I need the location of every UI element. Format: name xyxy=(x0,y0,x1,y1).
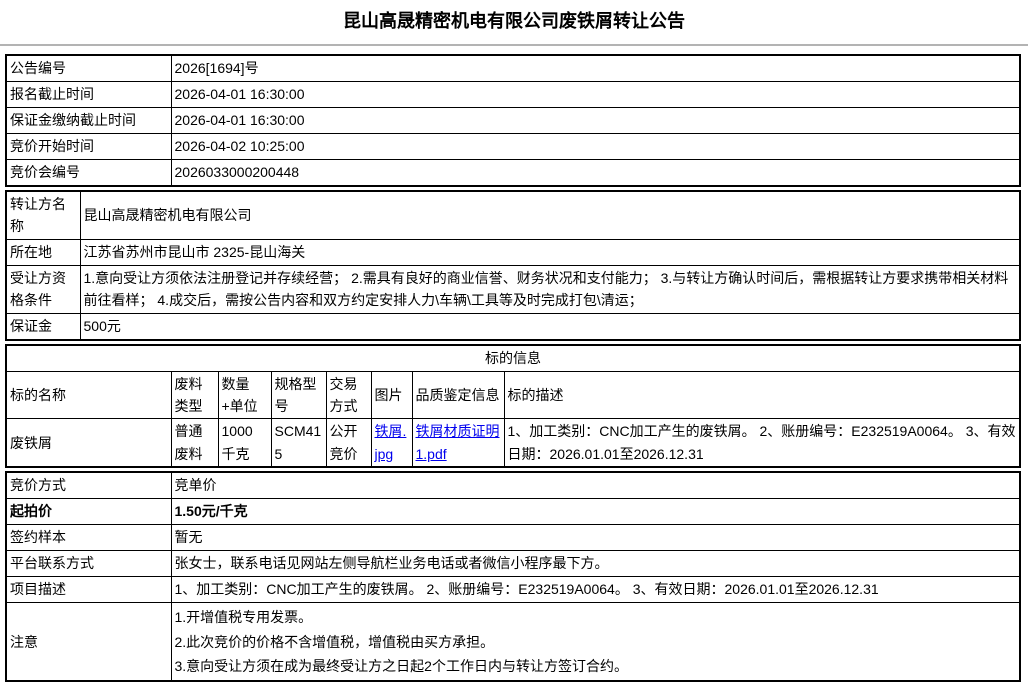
row-value: 2026-04-01 16:30:00 xyxy=(171,108,1020,134)
row-label: 项目描述 xyxy=(6,577,171,603)
subject-quantity: 1000 千克 xyxy=(218,419,271,467)
subject-description: 1、加工类别：CNC加工产生的废铁屑。 2、账册编号：E232519A0064。… xyxy=(504,419,1020,467)
notice-line: 3.意向受让方须在成为最终受让方之日起2个工作日内与转让方签订合约。 xyxy=(175,655,1017,677)
row-value: 2026[1694]号 xyxy=(171,55,1020,82)
starting-price-row: 起拍价 1.50元/千克 xyxy=(6,499,1020,525)
details-table: 竞价方式 竞单价 起拍价 1.50元/千克 签约样本 暂无 平台联系方式 张女士… xyxy=(5,471,1021,682)
notice-line: 2.此次竞价的价格不含增值税，增值税由买方承担。 xyxy=(175,631,1017,653)
row-label: 注意 xyxy=(6,603,171,682)
notice-content: 1.开增值税专用发票。 2.此次竞价的价格不含增值税，增值税由买方承担。 3.意… xyxy=(171,603,1020,682)
row-value: 昆山高晟精密机电有限公司 xyxy=(80,191,1020,239)
row-label: 公告编号 xyxy=(6,55,171,82)
table-row: 公告编号 2026[1694]号 xyxy=(6,55,1020,82)
quality-cert-link[interactable]: 铁屑材质证明1.pdf xyxy=(416,423,500,461)
row-label: 保证金 xyxy=(6,313,80,340)
notice-line: 1.开增值税专用发票。 xyxy=(175,606,1017,628)
row-value: 500元 xyxy=(80,313,1020,340)
column-header: 规格型号 xyxy=(271,371,326,419)
row-label: 起拍价 xyxy=(6,499,171,525)
row-value: 2026-04-02 10:25:00 xyxy=(171,134,1020,160)
subject-info-table: 标的信息 标的名称 废料类型 数量+单位 规格型号 交易方式 图片 品质鉴定信息… xyxy=(5,344,1021,469)
row-value: 江苏省苏州市昆山市 2325-昆山海关 xyxy=(80,239,1020,265)
table-row: 保证金 500元 xyxy=(6,313,1020,340)
column-header: 品质鉴定信息 xyxy=(412,371,504,419)
page-title: 昆山高晟精密机电有限公司废铁屑转让公告 xyxy=(0,0,1028,34)
table-row: 竞价会编号 2026033000200448 xyxy=(6,160,1020,187)
row-label: 平台联系方式 xyxy=(6,551,171,577)
row-label: 转让方名称 xyxy=(6,191,80,239)
column-header: 图片 xyxy=(371,371,412,419)
title-divider xyxy=(0,44,1028,46)
subject-waste-type: 普通废料 xyxy=(171,419,218,467)
row-value: 2026033000200448 xyxy=(171,160,1020,187)
row-label: 受让方资格条件 xyxy=(6,265,80,313)
subject-spec: SCM415 xyxy=(271,419,326,467)
row-label: 保证金缴纳截止时间 xyxy=(6,108,171,134)
table-row: 平台联系方式 张女士，联系电话见网站左侧导航栏业务电话或者微信小程序最下方。 xyxy=(6,551,1020,577)
subject-image-cell: 铁屑.jpg xyxy=(371,419,412,467)
row-label: 竞价会编号 xyxy=(6,160,171,187)
subject-quality-cell: 铁屑材质证明1.pdf xyxy=(412,419,504,467)
subject-data-row: 废铁屑 普通废料 1000 千克 SCM415 公开竞价 铁屑.jpg 铁屑材质… xyxy=(6,419,1020,467)
column-header: 废料类型 xyxy=(171,371,218,419)
subject-image-link[interactable]: 铁屑.jpg xyxy=(375,423,407,461)
column-header-row: 标的名称 废料类型 数量+单位 规格型号 交易方式 图片 品质鉴定信息 标的描述 xyxy=(6,371,1020,419)
table-row: 保证金缴纳截止时间 2026-04-01 16:30:00 xyxy=(6,108,1020,134)
column-header: 标的描述 xyxy=(504,371,1020,419)
row-label: 竞价开始时间 xyxy=(6,134,171,160)
table-row: 转让方名称 昆山高晟精密机电有限公司 xyxy=(6,191,1020,239)
table-row: 报名截止时间 2026-04-01 16:30:00 xyxy=(6,82,1020,108)
row-label: 所在地 xyxy=(6,239,80,265)
transferor-table: 转让方名称 昆山高晟精密机电有限公司 所在地 江苏省苏州市昆山市 2325-昆山… xyxy=(5,190,1021,341)
row-value: 2026-04-01 16:30:00 xyxy=(171,82,1020,108)
table-row: 项目描述 1、加工类别：CNC加工产生的废铁屑。 2、账册编号：E232519A… xyxy=(6,577,1020,603)
row-label: 报名截止时间 xyxy=(6,82,171,108)
subject-name: 废铁屑 xyxy=(6,419,171,467)
column-header: 交易方式 xyxy=(326,371,371,419)
row-value: 竞单价 xyxy=(171,472,1020,499)
row-value: 暂无 xyxy=(171,525,1020,551)
column-header: 标的名称 xyxy=(6,371,171,419)
row-value: 1.意向受让方须依法注册登记并存续经营； 2.需具有良好的商业信誉、财务状况和支… xyxy=(80,265,1020,313)
section-title-row: 标的信息 xyxy=(6,345,1020,372)
row-value: 1.50元/千克 xyxy=(171,499,1020,525)
column-header: 数量+单位 xyxy=(218,371,271,419)
table-row: 签约样本 暂无 xyxy=(6,525,1020,551)
row-label: 竞价方式 xyxy=(6,472,171,499)
table-row: 竞价方式 竞单价 xyxy=(6,472,1020,499)
table-row: 受让方资格条件 1.意向受让方须依法注册登记并存续经营； 2.需具有良好的商业信… xyxy=(6,265,1020,313)
row-value: 张女士，联系电话见网站左侧导航栏业务电话或者微信小程序最下方。 xyxy=(171,551,1020,577)
subject-trade-mode: 公开竞价 xyxy=(326,419,371,467)
section-title: 标的信息 xyxy=(6,345,1020,372)
notice-row: 注意 1.开增值税专用发票。 2.此次竞价的价格不含增值税，增值税由买方承担。 … xyxy=(6,603,1020,682)
table-row: 竞价开始时间 2026-04-02 10:25:00 xyxy=(6,134,1020,160)
row-label: 签约样本 xyxy=(6,525,171,551)
announcement-table: 公告编号 2026[1694]号 报名截止时间 2026-04-01 16:30… xyxy=(5,54,1021,187)
row-value: 1、加工类别：CNC加工产生的废铁屑。 2、账册编号：E232519A0064。… xyxy=(171,577,1020,603)
table-row: 所在地 江苏省苏州市昆山市 2325-昆山海关 xyxy=(6,239,1020,265)
